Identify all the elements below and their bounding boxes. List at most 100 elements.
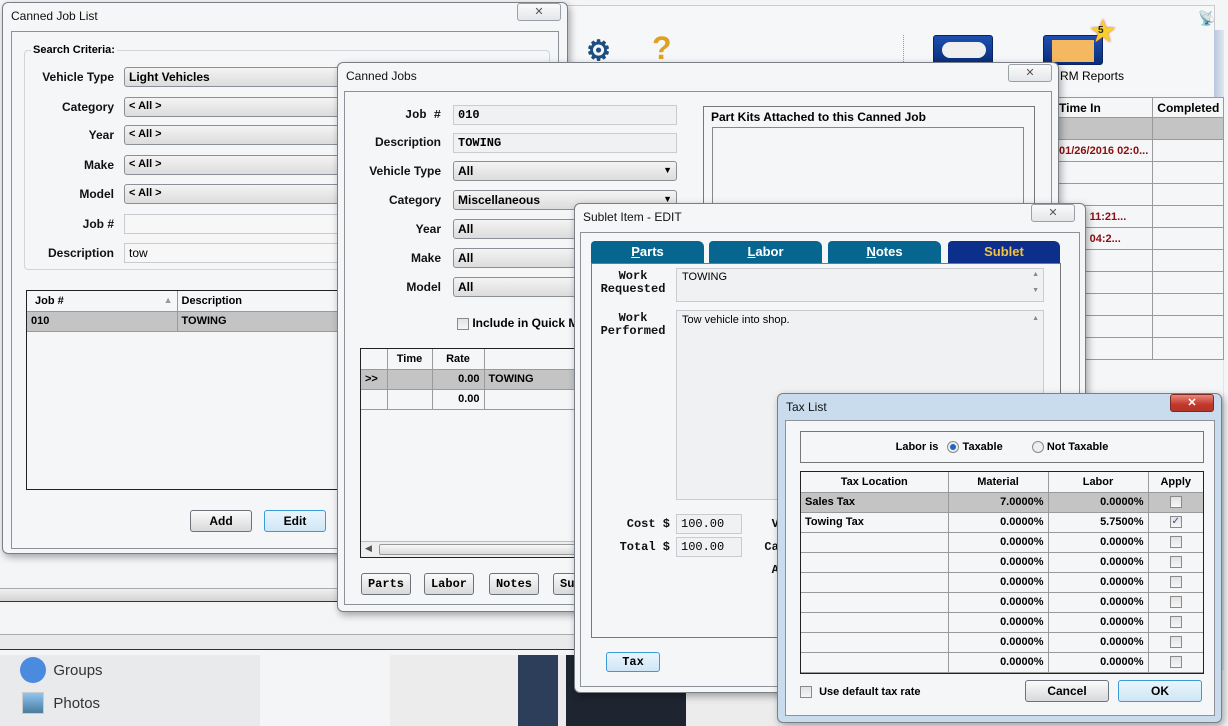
material-cell: 0.0000%: [947, 631, 1049, 653]
apply-checkbox[interactable]: [1169, 596, 1182, 609]
column-header-job-number[interactable]: Job # ▲: [27, 291, 178, 312]
column-header-apply[interactable]: Apply: [1147, 472, 1203, 493]
apply-checkbox[interactable]: [1169, 556, 1182, 569]
ok-button[interactable]: OK: [1118, 680, 1202, 702]
use-default-tax-checkbox[interactable]: Use default tax rate: [800, 686, 921, 699]
tax-location-cell: [801, 611, 949, 633]
apply-checkbox[interactable]: [1169, 616, 1182, 629]
include-quick-checkbox[interactable]: Include in Quick M: [457, 316, 578, 330]
apply-checkbox[interactable]: ✓: [1169, 516, 1182, 529]
edit-button[interactable]: Edit: [264, 510, 326, 532]
job-number-label: Job #: [404, 108, 441, 122]
job-number-input[interactable]: 010: [453, 105, 677, 125]
table-row[interactable]: [1055, 161, 1225, 184]
table-row[interactable]: 0.0000% 0.0000%: [801, 531, 1203, 553]
sidebar-item-groups[interactable]: Groups: [20, 657, 103, 683]
add-button[interactable]: Add: [190, 510, 252, 532]
work-requested-textarea[interactable]: TOWING ▲ ▼: [676, 268, 1044, 302]
checkbox-icon: [457, 317, 469, 330]
column-header-rate[interactable]: Rate: [431, 349, 485, 370]
description-label: Description: [374, 135, 441, 149]
labor-cell: 0.0000%: [1047, 531, 1149, 553]
table-row[interactable]: 0.0000% 0.0000%: [801, 651, 1203, 673]
total-input[interactable]: 100.00: [676, 537, 742, 557]
sort-ascending-icon: ▲: [163, 294, 173, 305]
parts-button[interactable]: Parts: [361, 573, 411, 595]
column-header-material[interactable]: Material: [947, 472, 1049, 493]
close-icon: ✕: [534, 6, 544, 18]
wrench-tools-button[interactable]: [933, 35, 993, 65]
column-header-completed[interactable]: Completed: [1152, 97, 1225, 118]
scroll-up-icon[interactable]: ▲: [1032, 315, 1039, 322]
completed-cell: [1152, 139, 1225, 162]
window-title: Sublet Item - EDIT: [583, 210, 682, 224]
column-header-labor[interactable]: Labor: [1047, 472, 1149, 493]
table-row[interactable]: >> 0.00 TOWING: [361, 368, 589, 390]
table-row[interactable]: 0.00: [361, 388, 589, 410]
close-icon: ✕: [1187, 397, 1197, 409]
apply-checkbox[interactable]: [1169, 656, 1182, 669]
notes-button[interactable]: Notes: [489, 573, 539, 595]
tax-location-cell: [801, 571, 949, 593]
description-label: Description: [47, 246, 114, 260]
table-row[interactable]: 0.0000% 0.0000%: [801, 611, 1203, 633]
cancel-button[interactable]: Cancel: [1025, 680, 1109, 702]
taxable-radio[interactable]: Taxable: [947, 441, 1003, 454]
table-row[interactable]: Sales Tax 7.0000% 0.0000%: [801, 491, 1203, 513]
completed-cell: [1152, 227, 1225, 250]
close-button[interactable]: ✕: [517, 3, 561, 21]
table-row[interactable]: Towing Tax 0.0000% 5.7500% ✓: [801, 511, 1203, 533]
table-row[interactable]: 0.0000% 0.0000%: [801, 631, 1203, 653]
completed-cell: [1152, 337, 1225, 360]
labor-button[interactable]: Labor: [424, 573, 474, 595]
satellite-icon[interactable]: 📡: [1198, 10, 1215, 27]
part-kits-panel: Part Kits Attached to this Canned Job: [703, 106, 1035, 216]
apply-checkbox[interactable]: [1169, 496, 1182, 509]
tax-button[interactable]: Tax: [606, 652, 660, 672]
completed-cell: [1152, 161, 1225, 184]
scroll-up-icon[interactable]: ▲: [1032, 271, 1039, 278]
time-in-cell: 01/26/2016 02:0...: [1055, 139, 1154, 162]
tab-sublet[interactable]: Sublet: [948, 241, 1060, 263]
close-button[interactable]: ✕: [1170, 394, 1214, 412]
scroll-down-icon[interactable]: ▼: [1032, 287, 1039, 294]
vehicle-type-select[interactable]: All ▼: [453, 161, 677, 181]
tab-labor[interactable]: Labor: [709, 241, 822, 263]
tax-grid: Tax Location Material Labor Apply Sales …: [800, 471, 1204, 674]
tab-parts[interactable]: Parts: [591, 241, 704, 263]
close-button[interactable]: ✕: [1031, 204, 1075, 222]
table-row[interactable]: 0.0000% 0.0000%: [801, 551, 1203, 573]
column-header-time-in[interactable]: Time In: [1055, 97, 1154, 118]
tab-notes[interactable]: Notes: [828, 241, 941, 263]
tax-location-cell: [801, 591, 949, 613]
horizontal-scrollbar[interactable]: [0, 588, 340, 602]
vehicle-type-label: Vehicle Type: [42, 70, 114, 84]
close-button[interactable]: ✕: [1008, 64, 1052, 82]
labor-cell: 0.0000%: [1047, 651, 1149, 673]
apply-checkbox[interactable]: [1169, 576, 1182, 589]
apply-checkbox[interactable]: [1169, 636, 1182, 649]
reports-button-label[interactable]: RM Reports: [1060, 69, 1124, 83]
column-header-time[interactable]: Time: [386, 349, 433, 370]
column-header-tax-location[interactable]: Tax Location: [801, 472, 949, 493]
not-taxable-radio[interactable]: Not Taxable: [1031, 441, 1108, 454]
sidebar-item-photos[interactable]: Photos: [22, 692, 100, 716]
table-row[interactable]: 01/26/2016 02:0...: [1055, 139, 1225, 162]
completed-cell: [1152, 293, 1225, 316]
cost-input[interactable]: 100.00: [676, 514, 742, 534]
apply-checkbox[interactable]: [1169, 536, 1182, 549]
description-input[interactable]: TOWING: [453, 133, 677, 153]
window-title: Canned Jobs: [346, 69, 417, 83]
work-performed-value: Tow vehicle into shop.: [682, 314, 790, 326]
apply-cell: ✓: [1147, 511, 1203, 533]
part-kits-list[interactable]: [712, 127, 1024, 215]
material-cell: 7.0000%: [947, 491, 1049, 513]
tax-location-cell: [801, 531, 949, 553]
table-row[interactable]: [1055, 117, 1225, 140]
table-row[interactable]: 0.0000% 0.0000%: [801, 591, 1203, 613]
sidebar-item-label: Groups: [53, 661, 103, 679]
table-row[interactable]: 0.0000% 0.0000%: [801, 571, 1203, 593]
labor-cell: 0.0000%: [1047, 631, 1149, 653]
scroll-left-icon[interactable]: ◀: [365, 543, 372, 554]
horizontal-scrollbar[interactable]: ◀: [361, 541, 589, 557]
